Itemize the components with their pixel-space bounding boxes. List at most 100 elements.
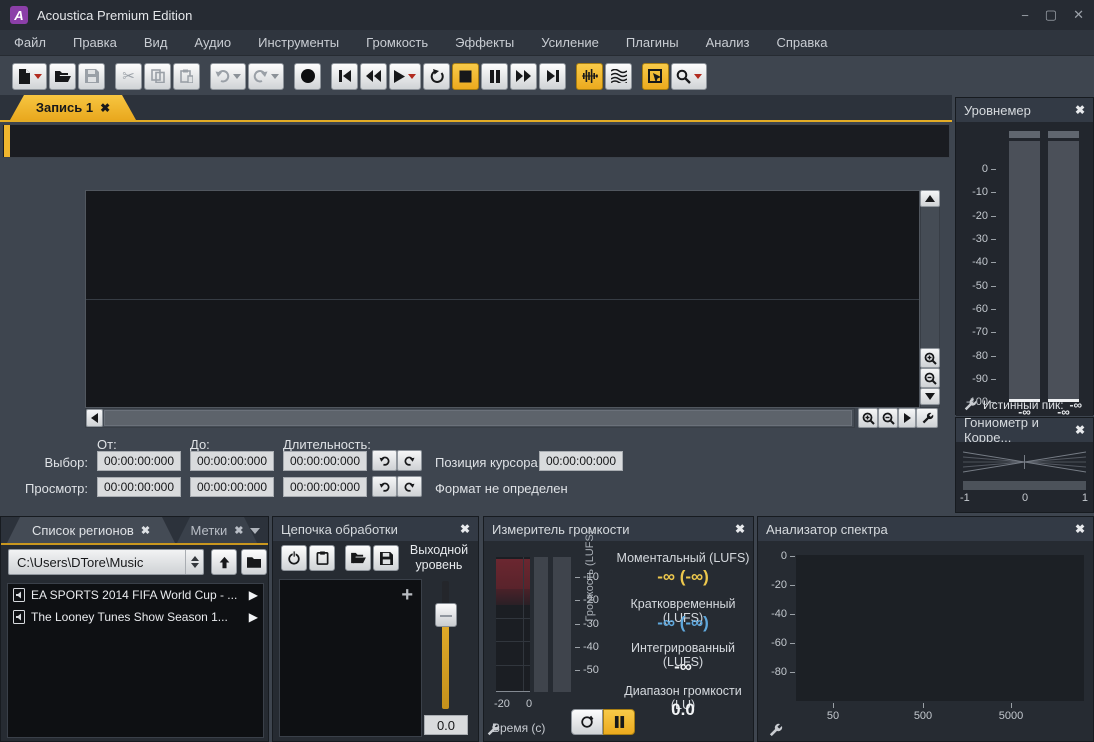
go-to-end-button[interactable]	[539, 63, 566, 90]
horizontal-scroll-thumb[interactable]	[104, 410, 852, 426]
tab-recording-1[interactable]: Запись 1 ✖	[10, 95, 136, 120]
overview-position-cursor[interactable]	[4, 125, 10, 157]
menu-view[interactable]: Вид	[144, 35, 168, 50]
menu-tools[interactable]: Инструменты	[258, 35, 339, 50]
new-file-dropdown-arrow[interactable]	[34, 74, 42, 79]
tab-markers-close-icon[interactable]: ✖	[234, 524, 243, 537]
open-file-button[interactable]	[49, 63, 76, 90]
record-button[interactable]	[294, 63, 321, 90]
play-dropdown-arrow[interactable]	[408, 74, 416, 79]
rewind-button[interactable]	[360, 63, 387, 90]
level-meter-settings-wrench-icon[interactable]	[963, 398, 977, 412]
undo-button[interactable]	[210, 63, 246, 90]
panel-tabs-dropdown-icon[interactable]	[250, 528, 260, 534]
redo-dropdown-arrow[interactable]	[271, 74, 279, 79]
selection-from-field[interactable]: 00:00:00:000	[97, 451, 181, 471]
close-button[interactable]: ✕	[1073, 7, 1084, 23]
waveform-canvas[interactable]	[85, 190, 920, 408]
folder-up-button[interactable]	[211, 549, 237, 575]
vertical-zoom-in-button[interactable]	[920, 348, 940, 368]
level-meter-panel: Уровнемер ✖ 0 -10 -20 -30 -40 -50 -60 -7…	[955, 97, 1094, 415]
loop-icon	[429, 69, 444, 84]
tab-region-close-icon[interactable]: ✖	[141, 524, 150, 537]
menu-effects[interactable]: Эффекты	[455, 35, 514, 50]
waveform-view-button[interactable]	[576, 63, 603, 90]
chain-paste-button[interactable]	[309, 545, 335, 571]
view-redo-button[interactable]	[397, 476, 422, 497]
tab-region-list[interactable]: Список регионов ✖	[7, 517, 175, 543]
browse-folder-button[interactable]	[241, 549, 267, 575]
selection-tool-button[interactable]	[642, 63, 669, 90]
menu-audio[interactable]: Аудио	[194, 35, 231, 50]
stop-button[interactable]	[452, 63, 479, 90]
file-list-item[interactable]: EA SPORTS 2014 FIFA World Cup - ... ▶	[8, 584, 263, 606]
selection-undo-button[interactable]	[372, 450, 397, 471]
copy-button[interactable]	[144, 63, 171, 90]
paste-button[interactable]	[173, 63, 200, 90]
output-slider-track[interactable]	[442, 613, 449, 709]
view-duration-field[interactable]: 00:00:00:000	[283, 477, 367, 497]
overview-strip[interactable]	[2, 124, 950, 158]
horizontal-zoom-in-button[interactable]	[858, 408, 878, 428]
loudness-settings-wrench-icon[interactable]	[486, 723, 500, 737]
cut-button[interactable]: ✂	[115, 63, 142, 90]
combobox-spinner[interactable]	[185, 550, 203, 574]
tab-markers[interactable]: Метки ✖	[177, 517, 257, 543]
file-play-button[interactable]: ▶	[249, 588, 258, 602]
selection-duration-field[interactable]: 00:00:00:000	[283, 451, 367, 471]
processing-chain-close-icon[interactable]: ✖	[460, 522, 470, 536]
add-effect-button[interactable]: +	[401, 586, 413, 604]
chain-load-button[interactable]	[345, 545, 371, 571]
menu-enhancement[interactable]: Усиление	[541, 35, 599, 50]
selection-redo-button[interactable]	[397, 450, 422, 471]
music-path-combobox[interactable]: C:\Users\DTore\Music	[8, 549, 204, 575]
go-to-start-button[interactable]	[331, 63, 358, 90]
pause-button[interactable]	[481, 63, 508, 90]
menu-edit[interactable]: Правка	[73, 35, 117, 50]
view-settings-button[interactable]	[916, 408, 938, 428]
spectral-view-button[interactable]	[605, 63, 632, 90]
redo-button[interactable]	[248, 63, 284, 90]
output-level-value-field[interactable]: 0.0	[424, 715, 468, 735]
zoom-dropdown-arrow[interactable]	[694, 74, 702, 79]
loudness-reset-button[interactable]	[571, 709, 603, 735]
scroll-right-button[interactable]	[898, 408, 916, 428]
chain-save-button[interactable]	[373, 545, 399, 571]
selection-to-field[interactable]: 00:00:00:000	[190, 451, 274, 471]
menu-file[interactable]: Файл	[14, 35, 46, 50]
file-list-item[interactable]: The Looney Tunes Show Season 1... ▶	[8, 606, 263, 628]
zoom-tool-button[interactable]	[671, 63, 707, 90]
view-from-field[interactable]: 00:00:00:000	[97, 477, 181, 497]
menu-plugins[interactable]: Плагины	[626, 35, 679, 50]
play-button[interactable]	[389, 63, 421, 90]
cursor-position-field[interactable]: 00:00:00:000	[539, 451, 623, 471]
scroll-down-button[interactable]	[920, 388, 940, 405]
spectrum-settings-wrench-icon[interactable]	[768, 723, 783, 738]
view-undo-button[interactable]	[372, 476, 397, 497]
fast-forward-button[interactable]	[510, 63, 537, 90]
view-to-field[interactable]: 00:00:00:000	[190, 477, 274, 497]
loop-playback-button[interactable]	[423, 63, 450, 90]
undo-dropdown-arrow[interactable]	[233, 74, 241, 79]
corr-tick-neg1: -1	[960, 492, 970, 504]
menu-help[interactable]: Справка	[776, 35, 827, 50]
new-file-button[interactable]	[12, 63, 47, 90]
vertical-zoom-out-button[interactable]	[920, 368, 940, 388]
scroll-left-button[interactable]	[86, 409, 103, 427]
minimize-button[interactable]: −	[1021, 8, 1029, 23]
goniometer-close-icon[interactable]: ✖	[1075, 423, 1085, 437]
horizontal-zoom-out-button[interactable]	[878, 408, 898, 428]
tab-close-icon[interactable]: ✖	[100, 101, 110, 115]
save-button[interactable]	[78, 63, 105, 90]
output-level-slider-handle[interactable]	[435, 603, 457, 627]
maximize-button[interactable]: ▢	[1045, 7, 1057, 23]
horizontal-scrollbar[interactable]	[85, 408, 855, 428]
scroll-up-button[interactable]	[920, 190, 940, 207]
chain-bypass-button[interactable]	[281, 545, 307, 571]
spectrum-analyzer-close-icon[interactable]: ✖	[1075, 522, 1085, 536]
menu-loudness[interactable]: Громкость	[366, 35, 428, 50]
menu-analysis[interactable]: Анализ	[706, 35, 750, 50]
loudness-meter-close-icon[interactable]: ✖	[735, 522, 745, 536]
level-meter-close-icon[interactable]: ✖	[1075, 103, 1085, 117]
file-play-button[interactable]: ▶	[249, 610, 258, 624]
